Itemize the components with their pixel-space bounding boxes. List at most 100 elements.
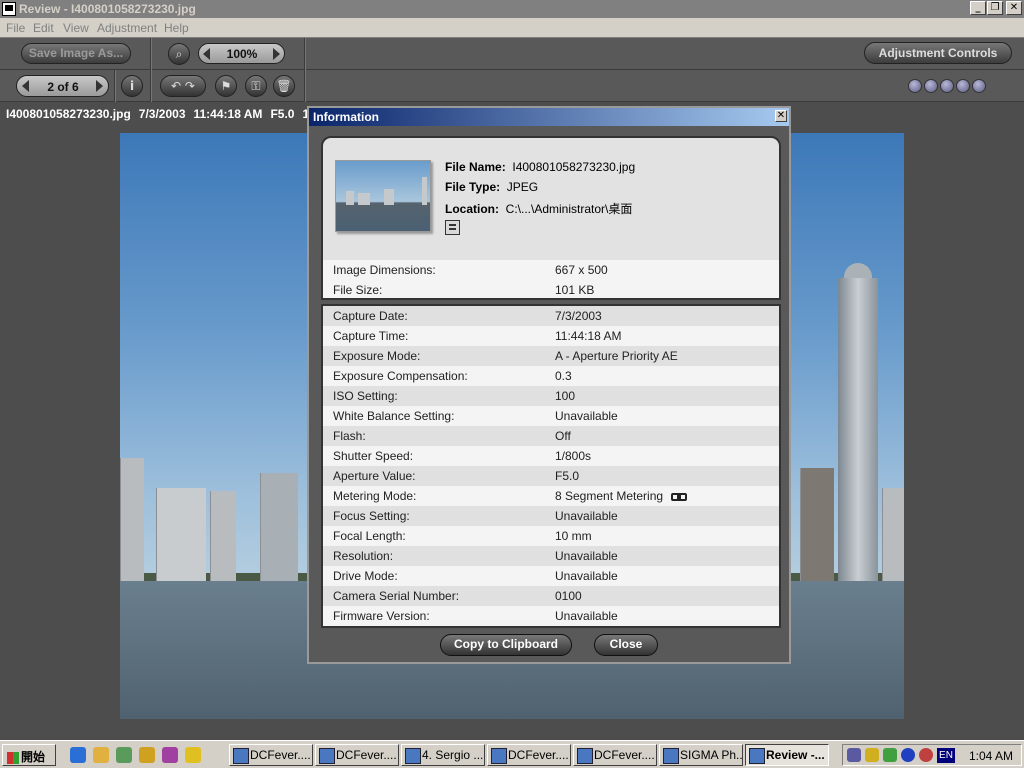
exif-key: Aperture Value: bbox=[333, 469, 416, 483]
file-type-value: JPEG bbox=[506, 180, 539, 194]
tray-app-icon[interactable] bbox=[865, 748, 879, 762]
taskbar: 開始 DCFever.... DCFever.... 4. Sergio ...… bbox=[0, 740, 1024, 768]
task-dcfever-4[interactable]: DCFever.... bbox=[573, 744, 657, 766]
menu-adjustment[interactable]: Adjustment bbox=[97, 21, 157, 35]
photo-building bbox=[156, 488, 206, 583]
location-label: Location: bbox=[445, 202, 499, 216]
dialog-close-icon[interactable]: ✕ bbox=[775, 110, 787, 122]
app-icon[interactable] bbox=[2, 2, 16, 16]
dialog-close-button[interactable]: Close bbox=[594, 634, 658, 656]
zoom-control[interactable]: 100% bbox=[198, 43, 285, 64]
thumbnail-building bbox=[384, 189, 394, 205]
exif-value: 7/3/2003 bbox=[555, 309, 602, 323]
language-indicator[interactable]: EN bbox=[937, 748, 955, 763]
exif-key: Metering Mode: bbox=[333, 489, 417, 503]
exif-key: Focal Length: bbox=[333, 529, 406, 543]
network-icon[interactable] bbox=[883, 748, 897, 762]
menu-bar: File Edit View Adjustment Help bbox=[0, 18, 1024, 38]
main-toolbar: Save Image As... ⌕ Adjustment Controls bbox=[0, 38, 1024, 70]
media-player-icon[interactable] bbox=[162, 747, 178, 763]
exif-row: ISO Setting: 100 bbox=[323, 386, 779, 406]
zoom-out-arrow-icon[interactable] bbox=[203, 48, 210, 60]
page-navigator[interactable]: 2 of 6 bbox=[16, 75, 109, 97]
indicator-dot[interactable] bbox=[956, 79, 970, 93]
task-review[interactable]: Review -... bbox=[745, 744, 829, 766]
status-filename: I400801058273230.jpg bbox=[6, 107, 131, 121]
exif-value: 1/800s bbox=[555, 449, 592, 463]
task-dcfever-3[interactable]: DCFever.... bbox=[487, 744, 571, 766]
indicator-dot[interactable] bbox=[940, 79, 954, 93]
antivirus-icon[interactable] bbox=[901, 748, 915, 762]
system-clock[interactable]: 1:04 AM bbox=[969, 749, 1013, 763]
close-window-button[interactable]: ✕ bbox=[1006, 1, 1022, 15]
exif-details-panel: Capture Date: 7/3/2003 Capture Time: 11:44… bbox=[321, 304, 781, 628]
exif-row: Focal Length: 10 mm bbox=[323, 526, 779, 546]
internet-explorer-icon[interactable] bbox=[70, 747, 86, 763]
status-time: 11:44:18 AM bbox=[193, 107, 263, 121]
exif-key: White Balance Setting: bbox=[333, 409, 455, 423]
exif-row: Metering Mode: 8 Segment Metering bbox=[323, 486, 779, 506]
info-button[interactable]: i bbox=[121, 75, 143, 97]
location-line: Location: C:\...\Administrator\桌面 bbox=[445, 200, 632, 217]
exif-value: 8 Segment Metering bbox=[555, 489, 688, 503]
previous-image-arrow-icon[interactable] bbox=[22, 80, 29, 92]
show-desktop-icon[interactable] bbox=[116, 747, 132, 763]
task-dcfever-2[interactable]: DCFever.... bbox=[315, 744, 399, 766]
task-sergio[interactable]: 4. Sergio ... bbox=[401, 744, 485, 766]
messenger-icon[interactable] bbox=[919, 748, 933, 762]
indicator-dot[interactable] bbox=[924, 79, 938, 93]
photo-building bbox=[800, 468, 834, 583]
status-date: 7/3/2003 bbox=[138, 107, 186, 121]
exif-value: Unavailable bbox=[555, 609, 618, 623]
menu-edit[interactable]: Edit bbox=[33, 21, 54, 35]
menu-help[interactable]: Help bbox=[164, 21, 189, 35]
info-row-key: File Size: bbox=[333, 283, 383, 297]
info-row-value: 667 x 500 bbox=[555, 263, 608, 277]
quick-launch-icon[interactable] bbox=[139, 747, 155, 763]
flag-button[interactable]: ⚑ bbox=[215, 75, 237, 97]
menu-view[interactable]: View bbox=[63, 21, 89, 35]
info-row: Image Dimensions: 667 x 500 bbox=[323, 260, 779, 280]
toolbar-divider bbox=[150, 38, 152, 70]
exif-row: Resolution: Unavailable bbox=[323, 546, 779, 566]
file-type-line: File Type: JPEG bbox=[445, 180, 538, 194]
adjustment-controls-button[interactable]: Adjustment Controls bbox=[864, 42, 1012, 64]
secondary-toolbar: i ↶ ↷ ⚑ ⚿ 🗑 bbox=[0, 70, 1024, 102]
exif-row: Capture Date: 7/3/2003 bbox=[323, 306, 779, 326]
indicator-dot[interactable] bbox=[908, 79, 922, 93]
save-info-icon[interactable] bbox=[445, 220, 460, 235]
exif-value: F5.0 bbox=[555, 469, 580, 483]
minimize-button[interactable]: _ bbox=[970, 1, 986, 15]
key-icon[interactable]: ⚿ bbox=[245, 75, 267, 97]
rotate-buttons[interactable]: ↶ ↷ bbox=[160, 75, 206, 97]
exif-value: 10 mm bbox=[555, 529, 592, 543]
thumbnail-building bbox=[358, 193, 370, 205]
exif-value: 0.3 bbox=[555, 369, 572, 383]
winamp-icon[interactable] bbox=[185, 747, 201, 763]
task-sigma-photo[interactable]: SIGMA Ph... bbox=[659, 744, 743, 766]
exif-row: Firmware Version: Unavailable bbox=[323, 606, 779, 626]
zoom-in-arrow-icon[interactable] bbox=[273, 48, 280, 60]
exif-value: 11:44:18 AM bbox=[555, 329, 622, 343]
info-row: File Size: 101 KB bbox=[323, 280, 779, 298]
restore-button[interactable]: ❐ bbox=[987, 1, 1003, 15]
metering-mode-icon bbox=[671, 492, 688, 501]
save-image-as-button[interactable]: Save Image As... bbox=[21, 43, 131, 64]
exif-key: Flash: bbox=[333, 429, 366, 443]
window-title-bar: Review - I400801058273230.jpg _ ❐ ✕ bbox=[0, 0, 1024, 18]
zoom-magnifier-icon[interactable]: ⌕ bbox=[168, 43, 190, 65]
indicator-dot[interactable] bbox=[972, 79, 986, 93]
exif-row: Exposure Mode: A - Aperture Priority AE bbox=[323, 346, 779, 366]
start-button[interactable]: 開始 bbox=[2, 744, 56, 766]
exif-row: Exposure Compensation: 0.3 bbox=[323, 366, 779, 386]
outlook-express-icon[interactable] bbox=[93, 747, 109, 763]
task-dcfever-1[interactable]: DCFever.... bbox=[229, 744, 313, 766]
copy-to-clipboard-button[interactable]: Copy to Clipboard bbox=[440, 634, 572, 656]
volume-icon[interactable] bbox=[847, 748, 861, 762]
menu-file[interactable]: File bbox=[6, 21, 25, 35]
information-dialog: Information ✕ File Name: I40080105827323… bbox=[307, 106, 791, 664]
next-image-arrow-icon[interactable] bbox=[96, 80, 103, 92]
trash-icon[interactable]: 🗑 bbox=[273, 75, 295, 97]
page-indicator: 2 of 6 bbox=[47, 80, 79, 94]
toolbar-divider bbox=[150, 70, 152, 102]
